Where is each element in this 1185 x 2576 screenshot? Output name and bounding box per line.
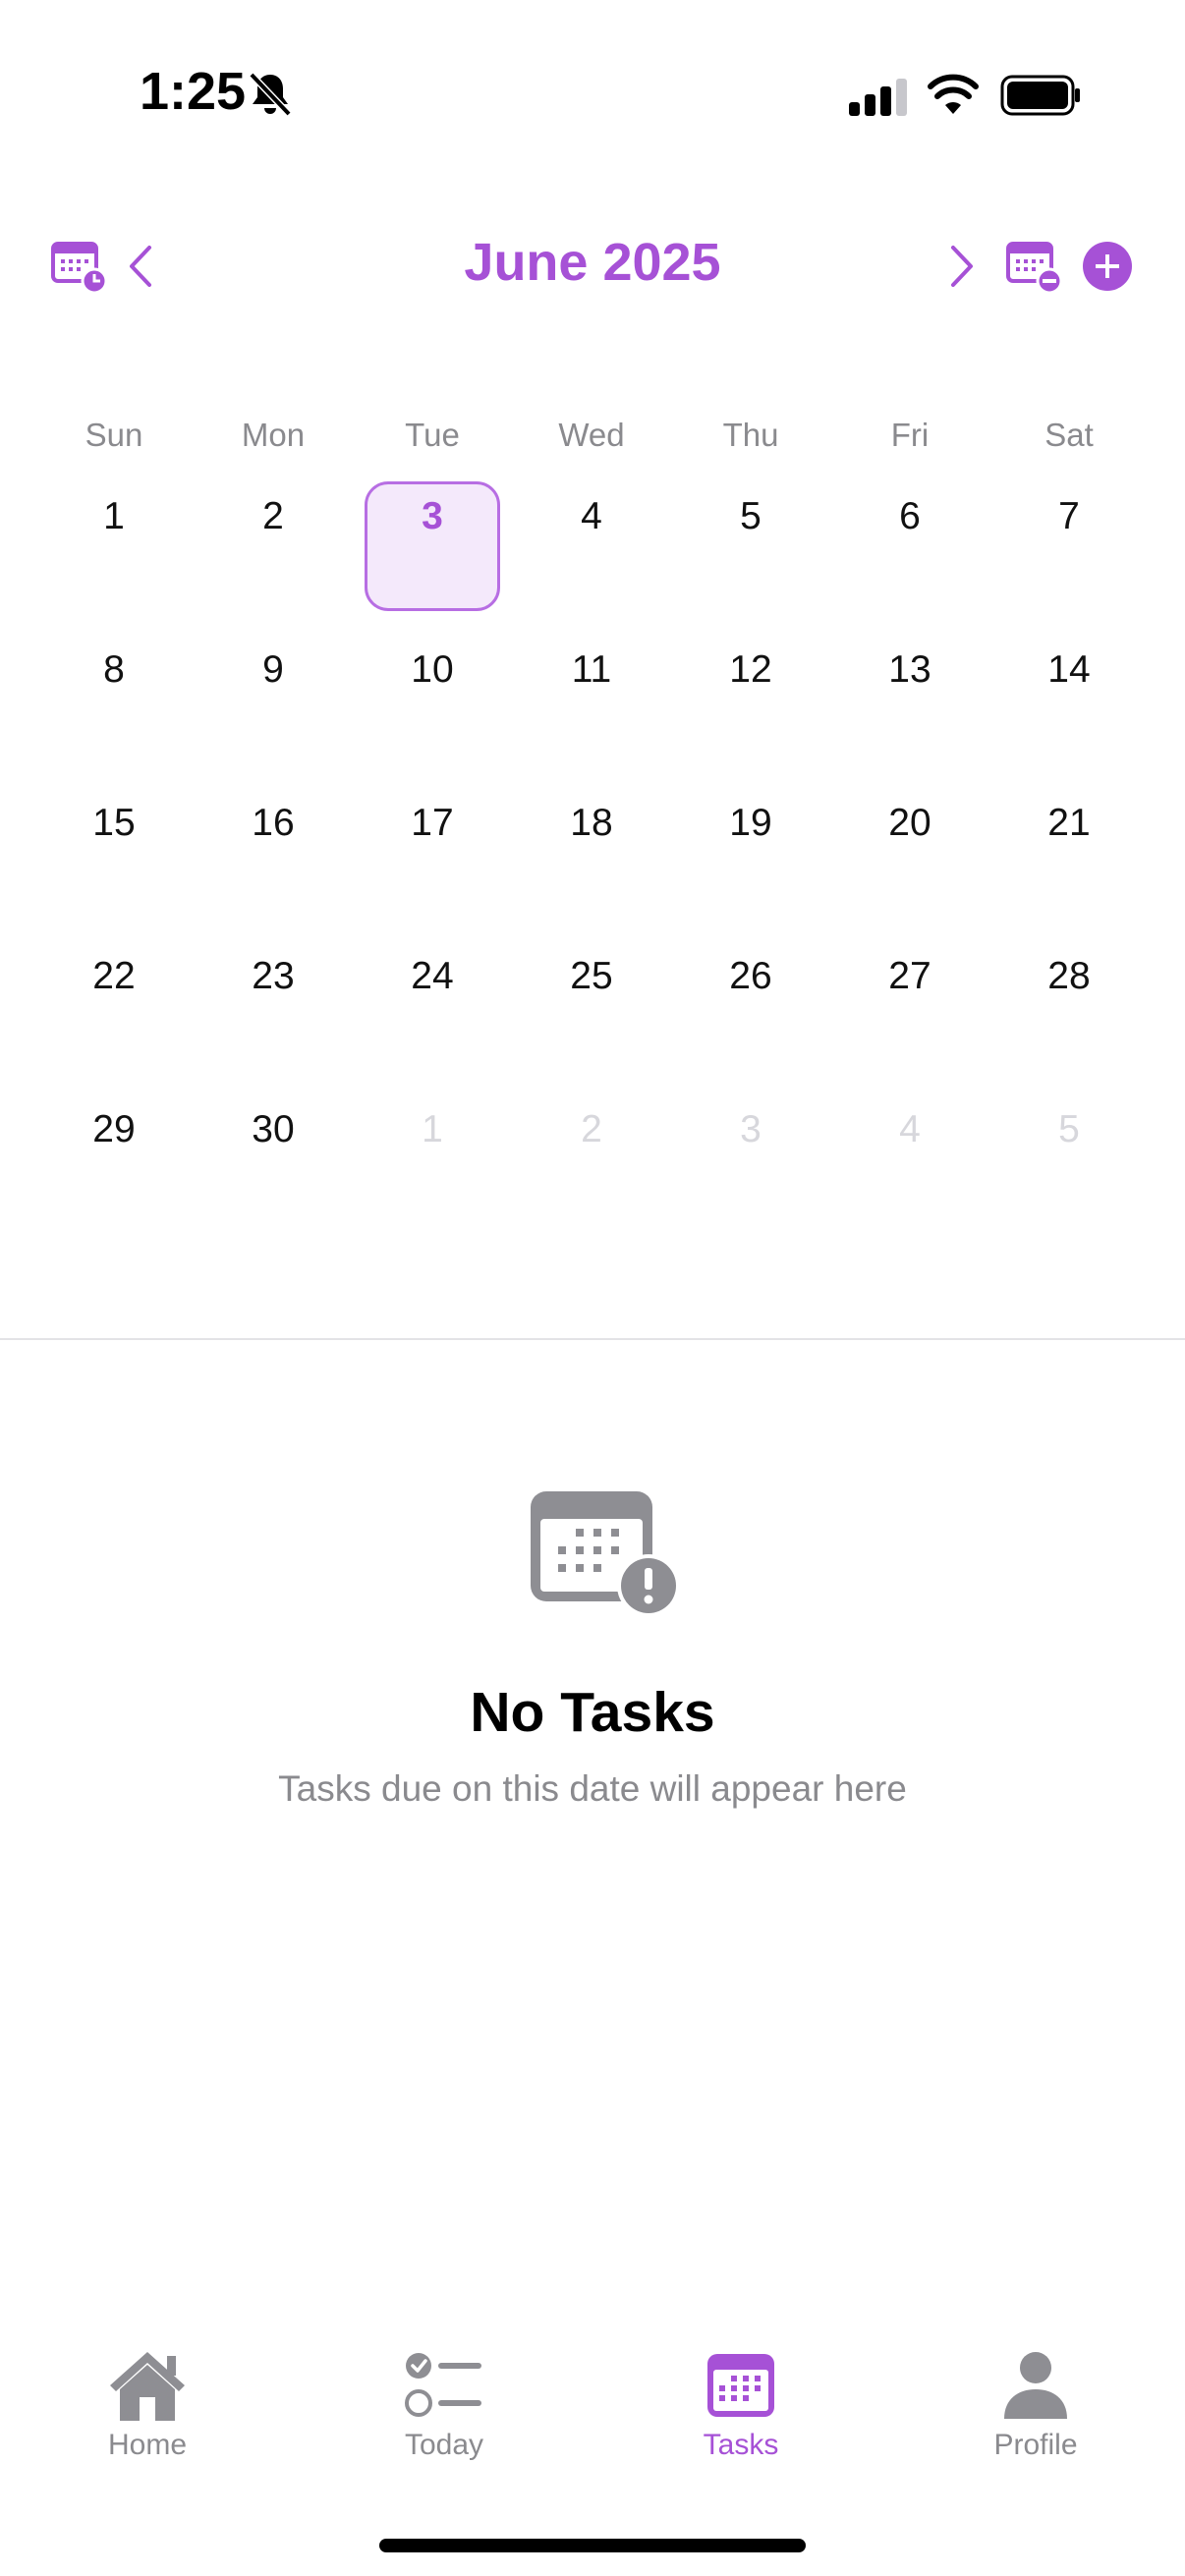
calendar-day[interactable]: 12: [671, 648, 830, 692]
status-time: 1:25: [140, 62, 247, 121]
calendar-day[interactable]: 15: [34, 802, 194, 845]
home-indicator: [379, 2539, 806, 2552]
calendar-day[interactable]: 17: [353, 802, 512, 845]
weekday-label: Sun: [85, 417, 143, 453]
calendar-day-next-month[interactable]: 3: [671, 1108, 830, 1151]
calendar-day[interactable]: 22: [34, 955, 194, 998]
calendar-day[interactable]: 6: [830, 495, 989, 538]
calendar-day[interactable]: 26: [671, 955, 830, 998]
calendar-day[interactable]: 30: [194, 1108, 353, 1151]
weekday-label: Fri: [890, 417, 930, 453]
person-icon: [1004, 2352, 1067, 2419]
weekday-label: Tue: [405, 417, 460, 453]
calendar-day-next-month[interactable]: 2: [512, 1108, 671, 1151]
calendar-minus-icon[interactable]: [1006, 238, 1063, 295]
calendar-day[interactable]: 29: [34, 1108, 194, 1151]
calendar-day-next-month[interactable]: 1: [353, 1108, 512, 1151]
calendar-day[interactable]: 18: [512, 802, 671, 845]
tab-home[interactable]: Home: [49, 2348, 246, 2462]
bell-slash-icon: [249, 72, 292, 117]
calendar-day[interactable]: 27: [830, 955, 989, 998]
house-icon: [110, 2352, 185, 2421]
chevron-right-icon[interactable]: [945, 242, 981, 291]
calendar-icon: [707, 2354, 774, 2417]
calendar-day[interactable]: 10: [353, 648, 512, 692]
tab-label: Tasks: [703, 2429, 779, 2461]
calendar-day[interactable]: 21: [989, 802, 1149, 845]
calendar-day[interactable]: 5: [671, 495, 830, 538]
calendar-day[interactable]: 9: [194, 648, 353, 692]
calendar-alert-icon: [531, 1491, 680, 1617]
calendar-day[interactable]: 8: [34, 648, 194, 692]
calendar-day[interactable]: 25: [512, 955, 671, 998]
divider: [0, 1338, 1185, 1340]
calendar-day[interactable]: 24: [353, 955, 512, 998]
calendar-day[interactable]: 13: [830, 648, 989, 692]
calendar-day[interactable]: 23: [194, 955, 353, 998]
calendar-day[interactable]: 7: [989, 495, 1149, 538]
calendar-day-selected[interactable]: 3: [353, 495, 512, 538]
tab-label: Profile: [993, 2429, 1078, 2461]
calendar-day-next-month[interactable]: 4: [830, 1108, 989, 1151]
calendar-day[interactable]: 2: [194, 495, 353, 538]
wifi-icon: [928, 74, 979, 114]
calendar-day[interactable]: 20: [830, 802, 989, 845]
calendar-day[interactable]: 16: [194, 802, 353, 845]
weekday-label: Thu: [722, 417, 779, 453]
empty-state-title: No Tasks: [470, 1681, 715, 1744]
checklist-icon: [405, 2353, 481, 2417]
tab-profile[interactable]: Profile: [937, 2348, 1134, 2462]
weekday-label: Mon: [241, 417, 306, 453]
calendar-day[interactable]: 28: [989, 955, 1149, 998]
empty-state-subtitle: Tasks due on this date will appear here: [278, 1768, 907, 1809]
cellular-signal-icon: [849, 79, 907, 116]
calendar-day[interactable]: 19: [671, 802, 830, 845]
calendar-day[interactable]: 11: [512, 648, 671, 692]
weekday-label: Sat: [1044, 417, 1094, 453]
calendar-day[interactable]: 4: [512, 495, 671, 538]
add-task-button[interactable]: [1083, 242, 1132, 291]
tab-label: Today: [404, 2429, 484, 2461]
calendar-day-next-month[interactable]: 5: [989, 1108, 1149, 1151]
calendar-day[interactable]: 14: [989, 648, 1149, 692]
calendar-day[interactable]: 1: [34, 495, 194, 538]
weekday-label: Wed: [558, 417, 625, 453]
tab-today[interactable]: Today: [346, 2348, 542, 2462]
plus-icon: [1096, 254, 1119, 278]
tab-tasks[interactable]: Tasks: [643, 2348, 839, 2462]
battery-icon: [1000, 75, 1080, 116]
tab-label: Home: [107, 2429, 188, 2461]
